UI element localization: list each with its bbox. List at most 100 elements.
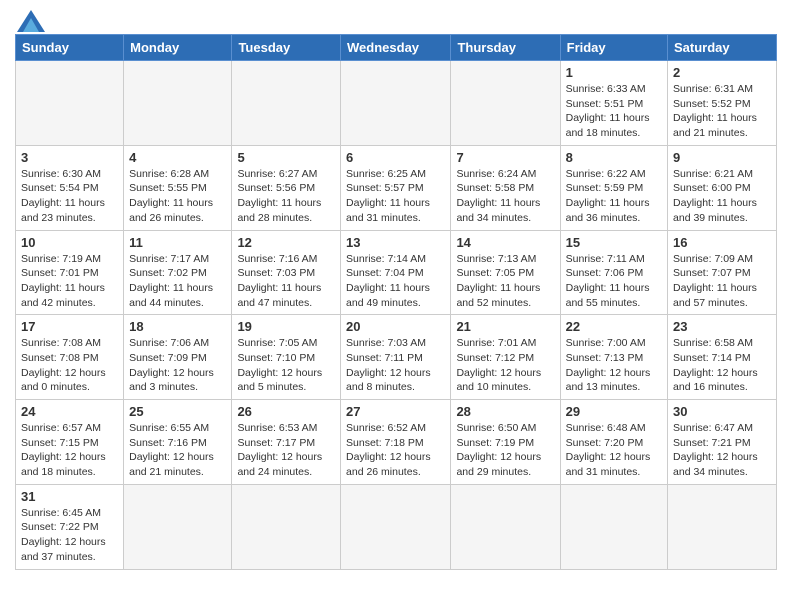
day-info: Sunrise: 7:11 AM Sunset: 7:06 PM Dayligh… [566,252,662,311]
calendar-day: 18Sunrise: 7:06 AM Sunset: 7:09 PM Dayli… [124,315,232,400]
day-number: 9 [673,150,771,165]
calendar-day [341,484,451,569]
day-info: Sunrise: 6:24 AM Sunset: 5:58 PM Dayligh… [456,167,554,226]
calendar-header-row: SundayMondayTuesdayWednesdayThursdayFrid… [16,35,777,61]
calendar-day: 15 Sunrise: 7:11 AM Sunset: 7:06 PM Dayli… [560,230,667,315]
day-number: 3 [21,150,118,165]
calendar-day: 31 Sunrise: 6:45 AM Sunset: 7:22 PM Dayli… [16,484,124,569]
logo-icon [17,10,45,32]
day-number: 27 [346,404,445,419]
day-info: Sunrise: 6:45 AM Sunset: 7:22 PM Dayligh… [21,506,118,565]
calendar-day: 27 Sunrise: 6:52 AM Sunset: 7:18 PM Dayli… [341,400,451,485]
calendar-day: 19 Sunrise: 7:05 AM Sunset: 7:10 PM Dayli… [232,315,341,400]
day-number: 16 [673,235,771,250]
calendar-day: 26Sunrise: 6:53 AM Sunset: 7:17 PM Dayli… [232,400,341,485]
calendar-day [16,61,124,146]
calendar-day [341,61,451,146]
day-info: Sunrise: 6:33 AM Sunset: 5:51 PM Dayligh… [566,82,662,141]
day-number: 2 [673,65,771,80]
calendar-day: 2 Sunrise: 6:31 AM Sunset: 5:52 PM Daylig… [668,61,777,146]
logo [15,10,45,28]
day-number: 4 [129,150,226,165]
calendar-week-row: 10 Sunrise: 7:19 AM Sunset: 7:01 PM Dayli… [16,230,777,315]
day-info: Sunrise: 6:53 AM Sunset: 7:17 PM Dayligh… [237,421,335,480]
day-number: 30 [673,404,771,419]
day-number: 8 [566,150,662,165]
day-number: 13 [346,235,445,250]
calendar-day: 10 Sunrise: 7:19 AM Sunset: 7:01 PM Dayli… [16,230,124,315]
day-number: 12 [237,235,335,250]
day-number: 19 [237,319,335,334]
calendar-day: 22Sunrise: 7:00 AM Sunset: 7:13 PM Dayli… [560,315,667,400]
day-number: 6 [346,150,445,165]
calendar-day: 28Sunrise: 6:50 AM Sunset: 7:19 PM Dayli… [451,400,560,485]
calendar-day [124,484,232,569]
day-info: Sunrise: 7:05 AM Sunset: 7:10 PM Dayligh… [237,336,335,395]
day-number: 20 [346,319,445,334]
calendar-day: 20 Sunrise: 7:03 AM Sunset: 7:11 PM Dayli… [341,315,451,400]
calendar-day: 25 Sunrise: 6:55 AM Sunset: 7:16 PM Dayli… [124,400,232,485]
day-number: 31 [21,489,118,504]
day-number: 1 [566,65,662,80]
calendar-day: 11Sunrise: 7:17 AM Sunset: 7:02 PM Dayli… [124,230,232,315]
calendar-day: 1 Sunrise: 6:33 AM Sunset: 5:51 PM Daylig… [560,61,667,146]
day-number: 23 [673,319,771,334]
calendar-day: 16 Sunrise: 7:09 AM Sunset: 7:07 PM Dayli… [668,230,777,315]
day-number: 15 [566,235,662,250]
calendar-day: 24Sunrise: 6:57 AM Sunset: 7:15 PM Dayli… [16,400,124,485]
calendar-day: 9Sunrise: 6:21 AM Sunset: 6:00 PM Daylig… [668,145,777,230]
calendar-day [232,484,341,569]
calendar-day: 7 Sunrise: 6:24 AM Sunset: 5:58 PM Daylig… [451,145,560,230]
day-info: Sunrise: 6:48 AM Sunset: 7:20 PM Dayligh… [566,421,662,480]
day-info: Sunrise: 7:03 AM Sunset: 7:11 PM Dayligh… [346,336,445,395]
calendar-week-row: 31 Sunrise: 6:45 AM Sunset: 7:22 PM Dayli… [16,484,777,569]
calendar-day: 8 Sunrise: 6:22 AM Sunset: 5:59 PM Daylig… [560,145,667,230]
calendar-day: 23Sunrise: 6:58 AM Sunset: 7:14 PM Dayli… [668,315,777,400]
day-info: Sunrise: 6:30 AM Sunset: 5:54 PM Dayligh… [21,167,118,226]
calendar-week-row: 1 Sunrise: 6:33 AM Sunset: 5:51 PM Daylig… [16,61,777,146]
calendar-day [124,61,232,146]
calendar-day [560,484,667,569]
calendar: SundayMondayTuesdayWednesdayThursdayFrid… [15,34,777,570]
calendar-day: 17 Sunrise: 7:08 AM Sunset: 7:08 PM Dayli… [16,315,124,400]
calendar-day: 29 Sunrise: 6:48 AM Sunset: 7:20 PM Dayli… [560,400,667,485]
day-number: 10 [21,235,118,250]
calendar-day: 3 Sunrise: 6:30 AM Sunset: 5:54 PM Daylig… [16,145,124,230]
day-info: Sunrise: 6:47 AM Sunset: 7:21 PM Dayligh… [673,421,771,480]
calendar-week-row: 24Sunrise: 6:57 AM Sunset: 7:15 PM Dayli… [16,400,777,485]
day-info: Sunrise: 7:13 AM Sunset: 7:05 PM Dayligh… [456,252,554,311]
day-header-friday: Friday [560,35,667,61]
day-header-saturday: Saturday [668,35,777,61]
day-header-tuesday: Tuesday [232,35,341,61]
calendar-day: 5Sunrise: 6:27 AM Sunset: 5:56 PM Daylig… [232,145,341,230]
day-number: 21 [456,319,554,334]
calendar-day: 12 Sunrise: 7:16 AM Sunset: 7:03 PM Dayli… [232,230,341,315]
day-info: Sunrise: 6:22 AM Sunset: 5:59 PM Dayligh… [566,167,662,226]
header [15,10,777,28]
day-number: 7 [456,150,554,165]
day-info: Sunrise: 6:25 AM Sunset: 5:57 PM Dayligh… [346,167,445,226]
calendar-week-row: 3 Sunrise: 6:30 AM Sunset: 5:54 PM Daylig… [16,145,777,230]
day-info: Sunrise: 6:31 AM Sunset: 5:52 PM Dayligh… [673,82,771,141]
day-info: Sunrise: 7:01 AM Sunset: 7:12 PM Dayligh… [456,336,554,395]
calendar-day: 4 Sunrise: 6:28 AM Sunset: 5:55 PM Daylig… [124,145,232,230]
day-info: Sunrise: 7:08 AM Sunset: 7:08 PM Dayligh… [21,336,118,395]
day-number: 18 [129,319,226,334]
day-info: Sunrise: 7:16 AM Sunset: 7:03 PM Dayligh… [237,252,335,311]
calendar-day [451,484,560,569]
calendar-day [451,61,560,146]
day-header-sunday: Sunday [16,35,124,61]
day-info: Sunrise: 6:28 AM Sunset: 5:55 PM Dayligh… [129,167,226,226]
day-header-monday: Monday [124,35,232,61]
day-info: Sunrise: 7:09 AM Sunset: 7:07 PM Dayligh… [673,252,771,311]
day-info: Sunrise: 7:19 AM Sunset: 7:01 PM Dayligh… [21,252,118,311]
day-number: 14 [456,235,554,250]
day-number: 28 [456,404,554,419]
day-info: Sunrise: 6:55 AM Sunset: 7:16 PM Dayligh… [129,421,226,480]
day-number: 22 [566,319,662,334]
calendar-week-row: 17 Sunrise: 7:08 AM Sunset: 7:08 PM Dayli… [16,315,777,400]
day-number: 29 [566,404,662,419]
day-number: 17 [21,319,118,334]
day-number: 25 [129,404,226,419]
day-info: Sunrise: 6:52 AM Sunset: 7:18 PM Dayligh… [346,421,445,480]
